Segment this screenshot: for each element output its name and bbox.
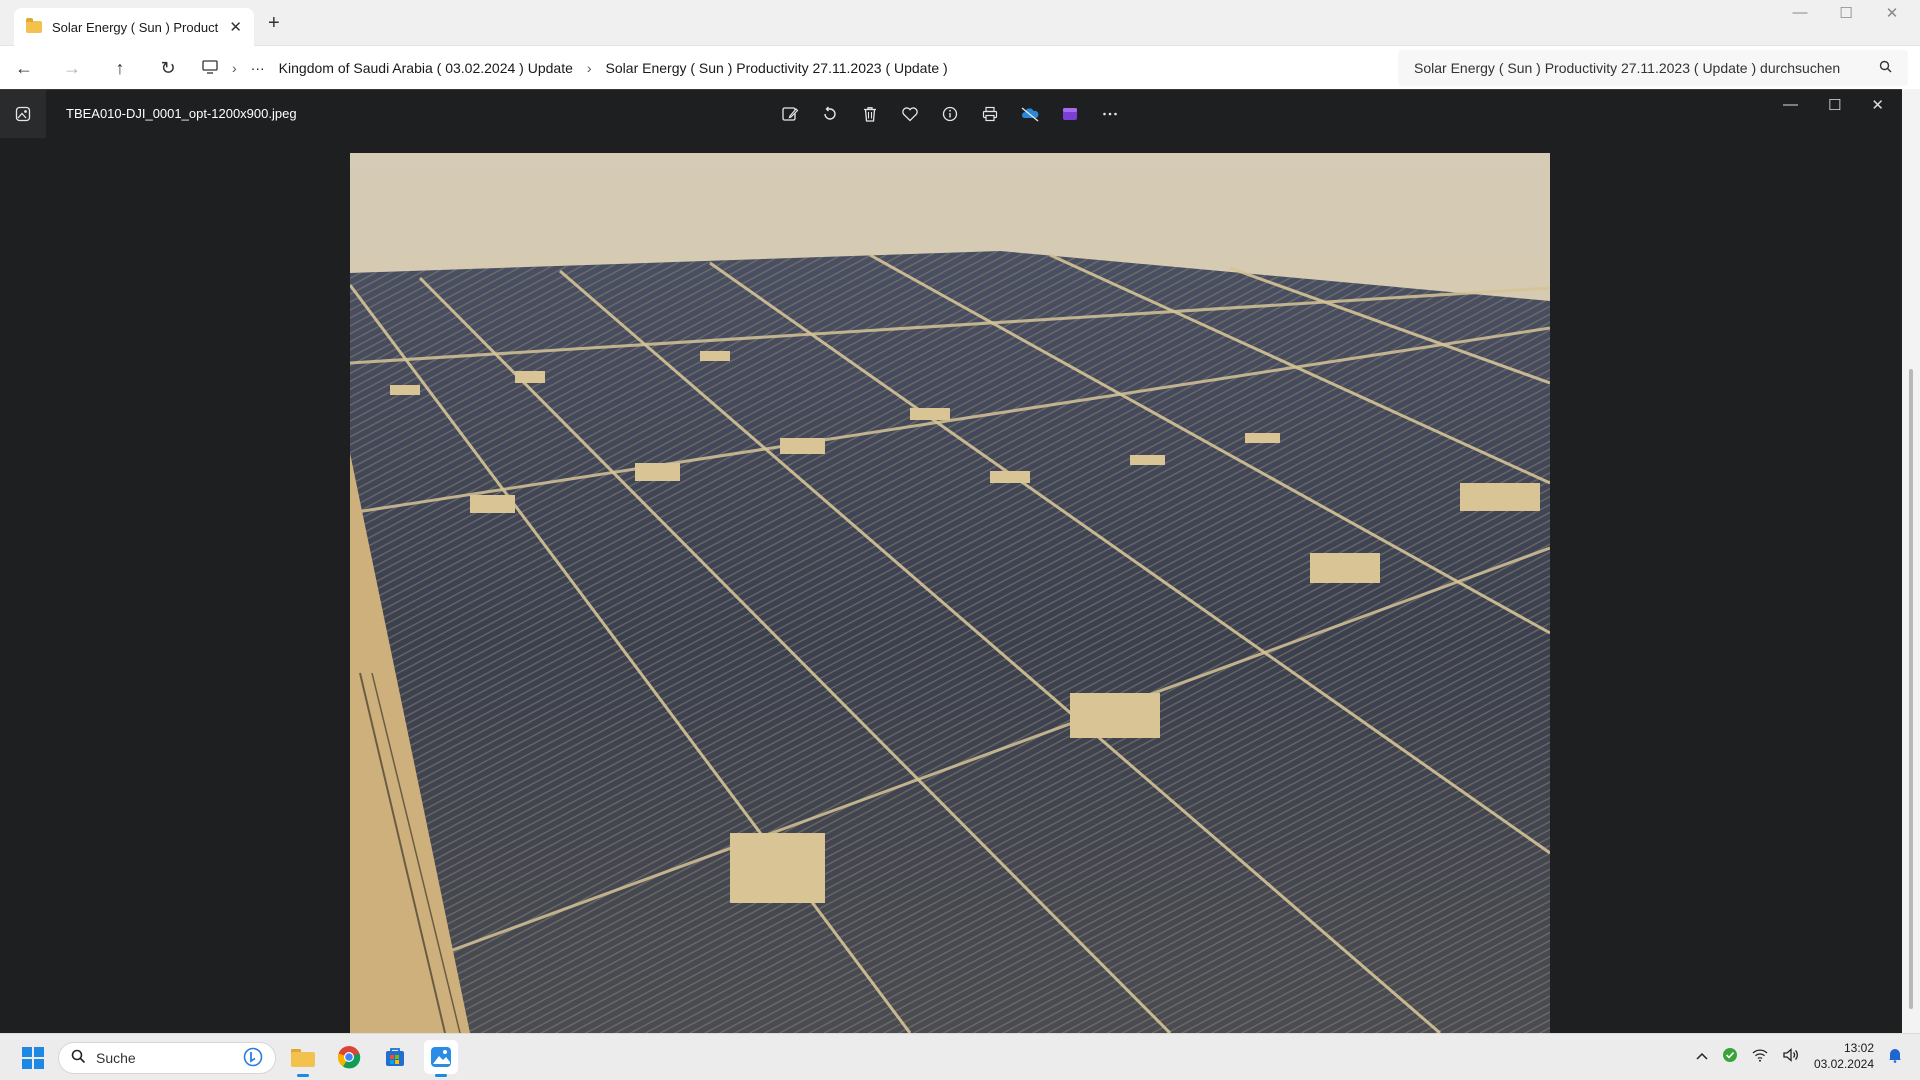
bing-icon[interactable] bbox=[243, 1047, 263, 1070]
minimize-icon[interactable]: — bbox=[1783, 96, 1798, 114]
more-icon[interactable] bbox=[1098, 102, 1122, 126]
running-indicator bbox=[297, 1074, 309, 1077]
file-explorer-app[interactable] bbox=[286, 1040, 320, 1077]
explorer-nav-row: ← → ↑ ↻ › ··· Kingdom of Saudi Arabia ( … bbox=[0, 46, 1920, 90]
forward-button[interactable]: → bbox=[48, 58, 96, 79]
close-tab-icon[interactable]: ✕ bbox=[229, 18, 242, 36]
photos-app[interactable] bbox=[424, 1040, 458, 1077]
running-indicator bbox=[435, 1074, 447, 1077]
favorite-icon[interactable] bbox=[898, 102, 922, 126]
solar-farm-image bbox=[350, 153, 1550, 1033]
chevron-right-icon: › bbox=[586, 60, 592, 76]
clock-date: 03.02.2024 bbox=[1813, 1057, 1874, 1071]
rotate-icon[interactable] bbox=[818, 102, 842, 126]
volume-icon[interactable] bbox=[1782, 1047, 1800, 1065]
maximize-icon[interactable]: ☐ bbox=[1838, 4, 1854, 22]
wifi-icon[interactable] bbox=[1752, 1048, 1768, 1065]
tab-solar-energy[interactable]: Solar Energy ( Sun ) Productivi ✕ bbox=[14, 8, 254, 46]
taskbar-search-label: Suche bbox=[96, 1050, 136, 1066]
up-button[interactable]: ↑ bbox=[96, 58, 144, 79]
more-crumbs-icon[interactable]: ··· bbox=[251, 60, 265, 76]
tab-title: Solar Energy ( Sun ) Productivi bbox=[52, 19, 220, 35]
scrollbar-thumb[interactable] bbox=[1909, 369, 1913, 1009]
close-icon[interactable]: ✕ bbox=[1871, 96, 1884, 114]
solar-farm-photo bbox=[350, 153, 1550, 1033]
explorer-window-controls: — ☐ ✕ bbox=[1792, 4, 1900, 22]
taskbar: Suche 13:02 03.02.2024 bbox=[0, 1033, 1920, 1080]
clock[interactable]: 13:02 03.02.2024 bbox=[1814, 1040, 1874, 1072]
onedrive-icon[interactable] bbox=[1018, 102, 1042, 126]
info-icon[interactable] bbox=[938, 102, 962, 126]
taskbar-apps bbox=[286, 1040, 458, 1077]
refresh-button[interactable]: ↻ bbox=[144, 58, 192, 79]
start-button[interactable] bbox=[22, 1047, 44, 1069]
search-placeholder: Solar Energy ( Sun ) Productivity 27.11.… bbox=[1414, 60, 1841, 76]
security-icon[interactable] bbox=[1722, 1047, 1738, 1066]
maximize-icon[interactable]: ☐ bbox=[1828, 96, 1841, 114]
folder-icon bbox=[26, 18, 42, 33]
photos-app-icon bbox=[0, 90, 46, 138]
clock-time: 13:02 bbox=[1843, 1041, 1874, 1055]
print-icon[interactable] bbox=[978, 102, 1002, 126]
delete-icon[interactable] bbox=[858, 102, 882, 126]
photos-toolbar bbox=[778, 102, 1122, 126]
taskbar-search[interactable]: Suche bbox=[58, 1042, 276, 1074]
search-icon bbox=[1879, 60, 1892, 76]
store-app[interactable] bbox=[378, 1040, 412, 1074]
photos-window-controls: — ☐ ✕ bbox=[1783, 96, 1884, 114]
chevron-up-icon[interactable] bbox=[1696, 1049, 1708, 1063]
breadcrumb-item-country[interactable]: Kingdom of Saudi Arabia ( 03.02.2024 ) U… bbox=[279, 60, 573, 76]
file-name: TBEA010-DJI_0001_opt-1200x900.jpeg bbox=[66, 106, 297, 121]
search-icon bbox=[71, 1049, 86, 1067]
chrome-app[interactable] bbox=[332, 1040, 366, 1074]
back-button[interactable]: ← bbox=[0, 58, 48, 79]
notification-bell-icon[interactable] bbox=[1888, 1047, 1902, 1066]
system-tray: 13:02 03.02.2024 bbox=[1696, 1040, 1902, 1072]
breadcrumb: › ··· Kingdom of Saudi Arabia ( 03.02.20… bbox=[202, 59, 948, 77]
this-pc-icon[interactable] bbox=[202, 59, 218, 77]
search-input[interactable]: Solar Energy ( Sun ) Productivity 27.11.… bbox=[1398, 50, 1908, 86]
edit-icon[interactable] bbox=[778, 102, 802, 126]
breadcrumb-item-folder[interactable]: Solar Energy ( Sun ) Productivity 27.11.… bbox=[606, 60, 948, 76]
new-tab-button[interactable]: + bbox=[268, 12, 280, 35]
photos-viewer-window: TBEA010-DJI_0001_opt-1200x900.jpeg — ☐ ✕ bbox=[0, 89, 1902, 1033]
close-icon[interactable]: ✕ bbox=[1884, 4, 1900, 22]
photos-header: TBEA010-DJI_0001_opt-1200x900.jpeg — ☐ ✕ bbox=[0, 90, 1902, 138]
explorer-scrollbar[interactable] bbox=[1902, 89, 1920, 1033]
explorer-tab-bar: Solar Energy ( Sun ) Productivi ✕ + — ☐ … bbox=[0, 0, 1920, 46]
chevron-right-icon: › bbox=[232, 60, 237, 76]
clipchamp-icon[interactable] bbox=[1058, 102, 1082, 126]
minimize-icon[interactable]: — bbox=[1792, 4, 1808, 22]
